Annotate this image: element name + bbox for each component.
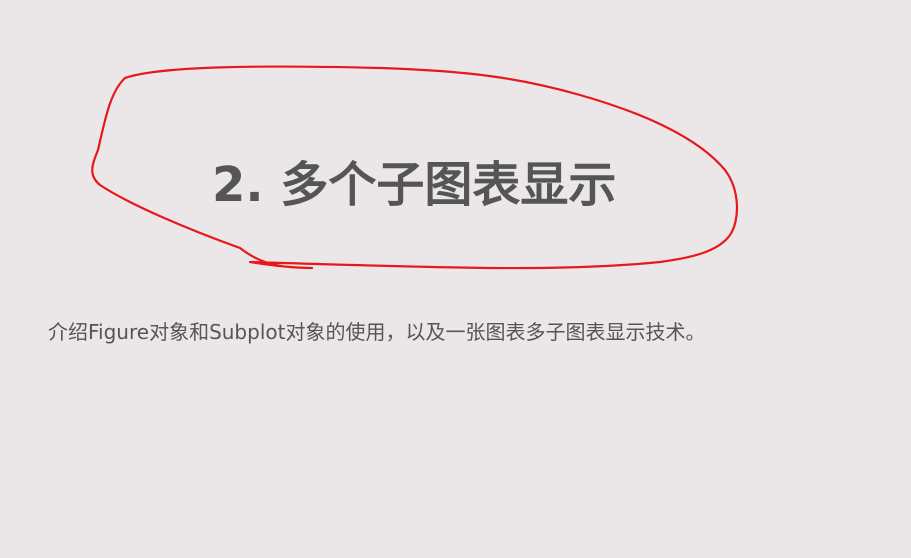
slide-title: 2. 多个子图表显示 — [212, 157, 617, 213]
slide-canvas: 2. 多个子图表显示 介绍Figure对象和Subplot对象的使用，以及一张图… — [0, 0, 911, 558]
slide-subtitle: 介绍Figure对象和Subplot对象的使用，以及一张图表多子图表显示技术。 — [48, 320, 706, 344]
red-ellipse-annotation — [91, 65, 739, 270]
